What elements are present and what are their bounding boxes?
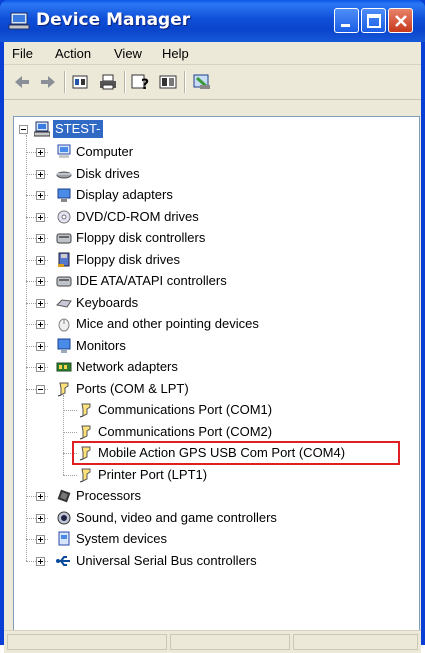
tree-item-display-adapters-label: Display adapters bbox=[76, 187, 173, 202]
window-title: Device Manager bbox=[36, 10, 191, 30]
maximize-icon bbox=[367, 14, 381, 28]
scan-hardware-icon[interactable] bbox=[192, 73, 212, 91]
client-area: File Action View Help ? STEST- Computer D… bbox=[4, 42, 421, 653]
expand-toggle[interactable] bbox=[36, 363, 45, 372]
maximize-button[interactable] bbox=[361, 8, 386, 33]
toolbar-separator bbox=[184, 71, 186, 93]
collapse-toggle[interactable] bbox=[36, 384, 45, 394]
sound-icon bbox=[57, 511, 71, 524]
tree-item-ide-ata-atapi-controllers-label: IDE ATA/ATAPI controllers bbox=[76, 273, 227, 288]
mouse-icon bbox=[58, 318, 70, 332]
display-adapter-icon bbox=[57, 188, 71, 202]
expand-toggle[interactable] bbox=[36, 277, 45, 286]
tree-item-sound-video-and-game-controllers-label: Sound, video and game controllers bbox=[76, 509, 277, 525]
tree-item-ports-com-lpt-label: Ports (COM & LPT) bbox=[76, 380, 189, 396]
svg-text:?: ? bbox=[141, 77, 149, 91]
computer-icon bbox=[57, 144, 71, 158]
system-device-icon bbox=[58, 531, 70, 546]
expand-toggle[interactable] bbox=[36, 320, 45, 329]
expand-toggle[interactable] bbox=[36, 556, 45, 566]
menu-view[interactable]: View bbox=[114, 46, 142, 61]
expand-toggle[interactable] bbox=[36, 191, 45, 200]
tree-connector bbox=[26, 135, 27, 561]
minimize-button[interactable] bbox=[334, 8, 359, 33]
device-manager-window: Device Manager File Action View Help ? S… bbox=[0, 0, 425, 653]
toolbar-separator bbox=[64, 71, 66, 93]
back-icon[interactable] bbox=[12, 73, 32, 91]
tree-item-dvd-cd-rom-drives-label: DVD/CD-ROM drives bbox=[76, 208, 199, 224]
expand-toggle[interactable] bbox=[36, 535, 45, 544]
title-bar[interactable]: Device Manager bbox=[0, 0, 425, 42]
floppy-controller-icon bbox=[56, 233, 72, 244]
properties-icon[interactable] bbox=[70, 73, 90, 91]
tree-item-processors-label: Processors bbox=[76, 488, 142, 503]
tree-item-keyboards-label: Keyboards bbox=[76, 294, 139, 310]
forward-icon[interactable] bbox=[38, 73, 58, 91]
expand-toggle[interactable] bbox=[36, 212, 45, 222]
status-cell-3 bbox=[293, 634, 418, 650]
port-icon bbox=[57, 382, 69, 396]
expand-toggle[interactable] bbox=[36, 513, 45, 523]
tree-item-floppy-disk-drives-label: Floppy disk drives bbox=[76, 251, 181, 267]
port-icon bbox=[79, 468, 91, 482]
device-tree[interactable]: STEST- Computer Disk drives Display adapte… bbox=[13, 116, 420, 650]
status-bar bbox=[4, 630, 421, 653]
tree-item-printer-port-lpt1-label: Printer Port (LPT1) bbox=[98, 466, 208, 482]
menu-action[interactable]: Action bbox=[55, 46, 91, 61]
root-collapse-toggle[interactable] bbox=[19, 125, 28, 134]
ide-controller-icon bbox=[56, 276, 72, 287]
tree-item-monitors-label: Monitors bbox=[76, 337, 126, 353]
tree-item-disk-drives-label: Disk drives bbox=[76, 165, 140, 181]
status-cell-1 bbox=[7, 634, 167, 650]
toolbar-separator bbox=[124, 71, 126, 93]
tree-item-network-adapters-label: Network adapters bbox=[76, 359, 178, 374]
floppy-drive-icon bbox=[58, 252, 70, 267]
dvd-drive-icon bbox=[57, 210, 71, 223]
network-adapter-icon bbox=[56, 362, 72, 372]
close-button[interactable] bbox=[388, 8, 413, 33]
tree-root-label: STEST- bbox=[53, 120, 103, 138]
tree-connector bbox=[63, 431, 77, 433]
status-cell-2 bbox=[170, 634, 290, 650]
menu-bar: File Action View Help bbox=[4, 42, 421, 65]
tree-item-communications-port-com1-label: Communications Port (COM1) bbox=[98, 402, 273, 417]
tree-connector bbox=[63, 395, 64, 475]
show-hide-tree-icon[interactable] bbox=[158, 73, 178, 91]
expand-toggle[interactable] bbox=[36, 492, 45, 501]
device-manager-icon bbox=[8, 12, 30, 30]
disk-drive-icon bbox=[56, 171, 72, 178]
tree-connector bbox=[63, 474, 77, 476]
expand-toggle[interactable] bbox=[36, 234, 45, 243]
expand-toggle[interactable] bbox=[36, 341, 45, 351]
menu-file[interactable]: File bbox=[12, 46, 33, 61]
tree-item-computer-label: Computer bbox=[76, 144, 134, 159]
tree-connector bbox=[63, 410, 77, 411]
expand-toggle[interactable] bbox=[36, 255, 45, 265]
expand-toggle[interactable] bbox=[36, 298, 45, 308]
keyboard-icon bbox=[56, 298, 72, 308]
port-icon bbox=[79, 403, 91, 418]
expand-toggle[interactable] bbox=[36, 148, 45, 157]
minimize-icon bbox=[341, 24, 350, 27]
toolbar: ? bbox=[4, 65, 421, 100]
close-icon bbox=[395, 15, 407, 27]
monitor-icon bbox=[57, 338, 71, 353]
menu-help[interactable]: Help bbox=[162, 46, 189, 61]
computer-root-icon bbox=[34, 121, 50, 137]
usb-icon bbox=[56, 555, 70, 566]
tree-item-system-devices-label: System devices bbox=[76, 531, 168, 546]
tree-item-universal-serial-bus-controllers-label: Universal Serial Bus controllers bbox=[76, 552, 257, 568]
port-icon bbox=[79, 425, 91, 439]
tree-item-floppy-disk-controllers-label: Floppy disk controllers bbox=[76, 230, 206, 245]
tree-item-mice-and-other-pointing-devices-label: Mice and other pointing devices bbox=[76, 316, 259, 331]
tree-item-communications-port-com2-label: Communications Port (COM2) bbox=[98, 423, 273, 439]
print-icon[interactable] bbox=[98, 73, 118, 91]
processor-icon bbox=[57, 489, 71, 503]
help-icon[interactable]: ? bbox=[130, 73, 150, 91]
expand-toggle[interactable] bbox=[36, 169, 45, 179]
highlight-box bbox=[72, 441, 400, 465]
